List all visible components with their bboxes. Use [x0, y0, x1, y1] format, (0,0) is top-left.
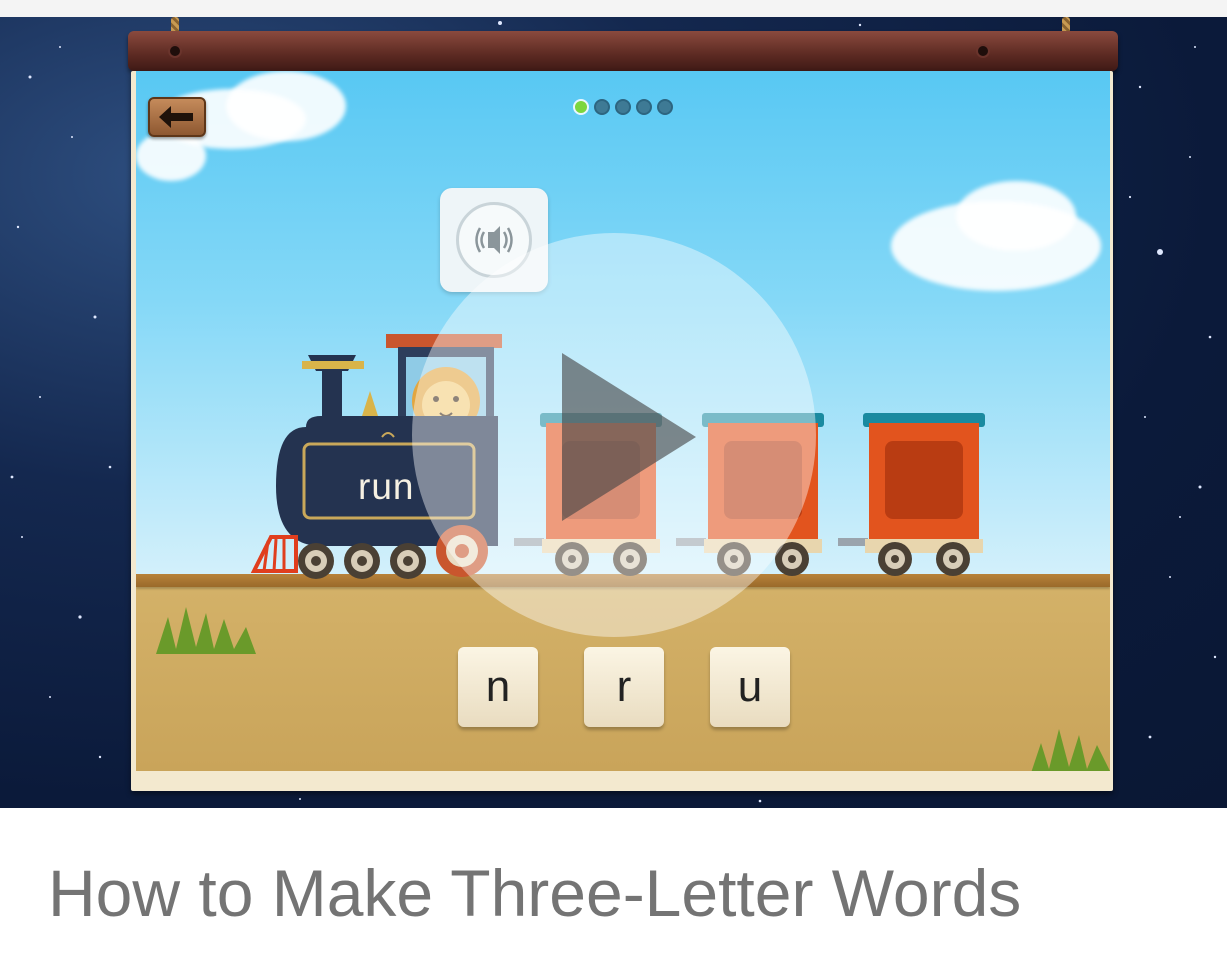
play-icon: [562, 353, 696, 521]
top-strip: [0, 0, 1227, 17]
letter-tile[interactable]: r: [584, 647, 664, 727]
letter-tile[interactable]: n: [458, 647, 538, 727]
play-button[interactable]: [412, 233, 816, 637]
video-title[interactable]: How to Make Three-Letter Words: [48, 855, 1021, 931]
letter-tile[interactable]: u: [710, 647, 790, 727]
grass-right: [1031, 729, 1110, 771]
peg-left: [168, 44, 182, 58]
engine-word: run: [358, 466, 415, 507]
grass-left: [156, 607, 256, 654]
train-wagon-3: [838, 413, 985, 576]
video-thumbnail[interactable]: run n r u: [0, 17, 1227, 808]
peg-right: [976, 44, 990, 58]
hanging-rod: [128, 31, 1118, 71]
